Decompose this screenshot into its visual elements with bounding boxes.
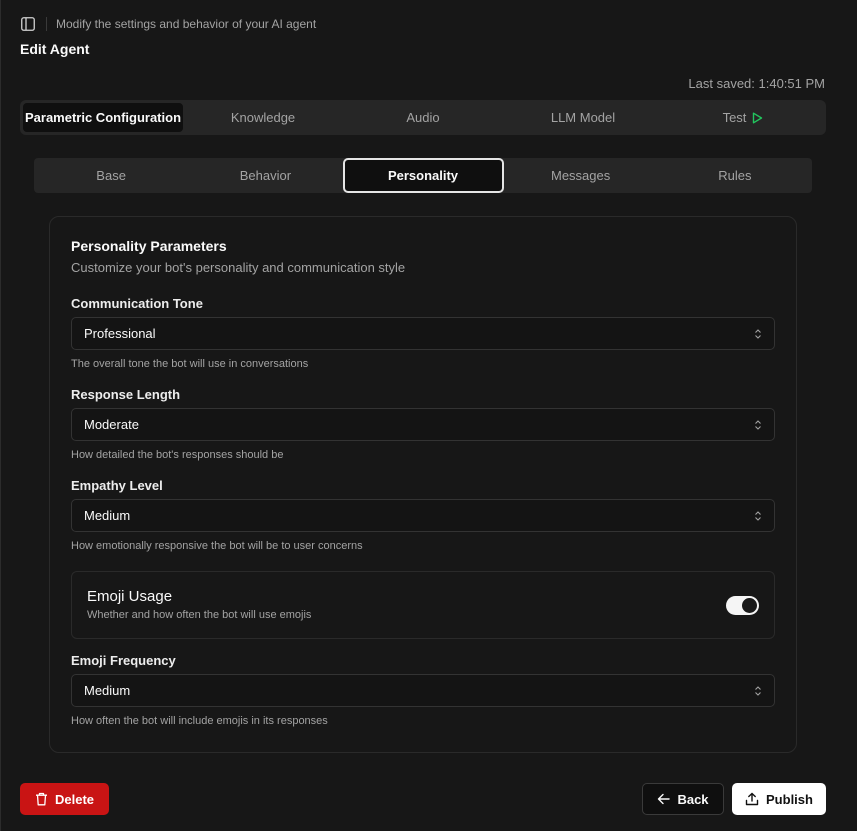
play-icon [753,112,763,123]
emoji-usage-toggle[interactable] [726,596,759,615]
subtab-base[interactable]: Base [34,158,188,193]
tab-audio[interactable]: Audio [343,103,503,132]
communication-tone-hint: The overall tone the bot will use in con… [71,358,309,370]
toggle-knob [742,598,757,613]
tab-label: Knowledge [230,110,296,125]
select-value: Professional [84,326,156,341]
personality-sub-tabs: Base Behavior Personality Messages Rules [34,158,812,193]
delete-label: Delete [54,791,95,807]
main-tabs: Parametric Configuration Knowledge Audio… [20,100,826,135]
tab-test[interactable]: Test [663,103,823,132]
tab-label: Audio [406,110,440,125]
last-saved-label: Last saved: 1:40:51 PM [688,76,825,91]
emoji-frequency-hint: How often the bot will include emojis in… [71,715,328,727]
tab-parametric-configuration[interactable]: Parametric Configuration [23,103,183,132]
chevron-up-down-icon [755,685,761,696]
subtab-label: Behavior [239,168,292,183]
upload-icon [745,792,759,806]
personality-parameters-card: Personality Parameters Customize your bo… [49,216,797,753]
chevron-up-down-icon [755,328,761,339]
back-label: Back [677,791,709,807]
delete-button[interactable]: Delete [20,783,109,815]
empathy-level-label: Empathy Level [71,478,163,493]
header-divider [46,17,47,31]
response-length-select[interactable]: Moderate [71,408,775,441]
tab-knowledge[interactable]: Knowledge [183,103,343,132]
subtab-rules[interactable]: Rules [658,158,812,193]
page-title: Edit Agent [20,41,90,57]
subtab-behavior[interactable]: Behavior [188,158,342,193]
back-button[interactable]: Back [642,783,724,815]
select-value: Moderate [84,417,139,432]
page-subtitle: Modify the settings and behavior of your… [56,17,317,31]
emoji-frequency-label: Emoji Frequency [71,653,176,668]
subtab-label: Messages [551,168,611,183]
tab-label: Test [722,110,747,125]
tab-llm-model[interactable]: LLM Model [503,103,663,132]
edit-agent-page: Modify the settings and behavior of your… [0,0,857,831]
emoji-usage-setting: Emoji Usage Whether and how often the bo… [71,571,775,639]
publish-button[interactable]: Publish [732,783,826,815]
emoji-usage-description: Whether and how often the bot will use e… [87,609,312,621]
response-length-hint: How detailed the bot's responses should … [71,449,284,461]
arrow-left-icon [658,793,671,805]
chevron-up-down-icon [755,419,761,430]
trash-icon [35,792,47,806]
empathy-level-hint: How emotionally responsive the bot will … [71,540,363,552]
emoji-frequency-select[interactable]: Medium [71,674,775,707]
communication-tone-label: Communication Tone [71,296,203,311]
select-value: Medium [84,508,131,523]
publish-label: Publish [766,791,813,807]
tab-label: LLM Model [550,110,616,125]
top-bar: Modify the settings and behavior of your… [20,15,316,33]
subtab-messages[interactable]: Messages [504,158,658,193]
select-value: Medium [84,683,131,698]
card-description: Customize your bot's personality and com… [71,260,406,275]
subtab-label: Rules [718,168,752,183]
sidebar-toggle-icon[interactable] [20,16,36,32]
subtab-personality[interactable]: Personality [342,158,504,193]
emoji-usage-title: Emoji Usage [87,588,173,605]
subtab-label: Personality [387,168,459,183]
subtab-label: Base [96,168,126,183]
empathy-level-select[interactable]: Medium [71,499,775,532]
response-length-label: Response Length [71,387,181,402]
card-title: Personality Parameters [71,238,227,254]
tab-label: Parametric Configuration [24,110,182,125]
chevron-up-down-icon [755,510,761,521]
communication-tone-select[interactable]: Professional [71,317,775,350]
